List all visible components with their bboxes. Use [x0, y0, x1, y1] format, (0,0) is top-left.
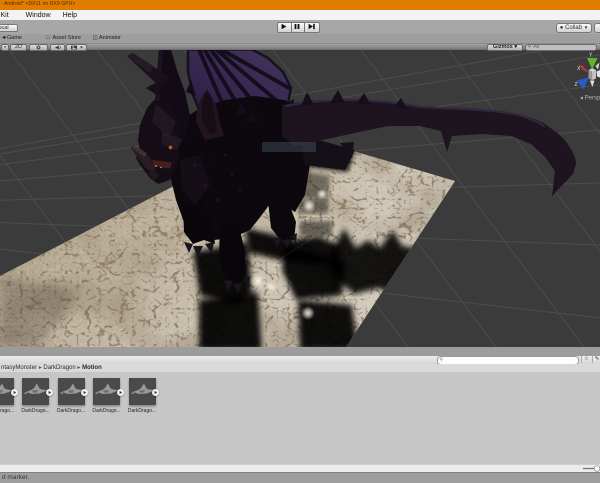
- svg-text:Z: Z: [575, 82, 578, 88]
- svg-text:◂ Persp: ◂ Persp: [580, 96, 600, 102]
